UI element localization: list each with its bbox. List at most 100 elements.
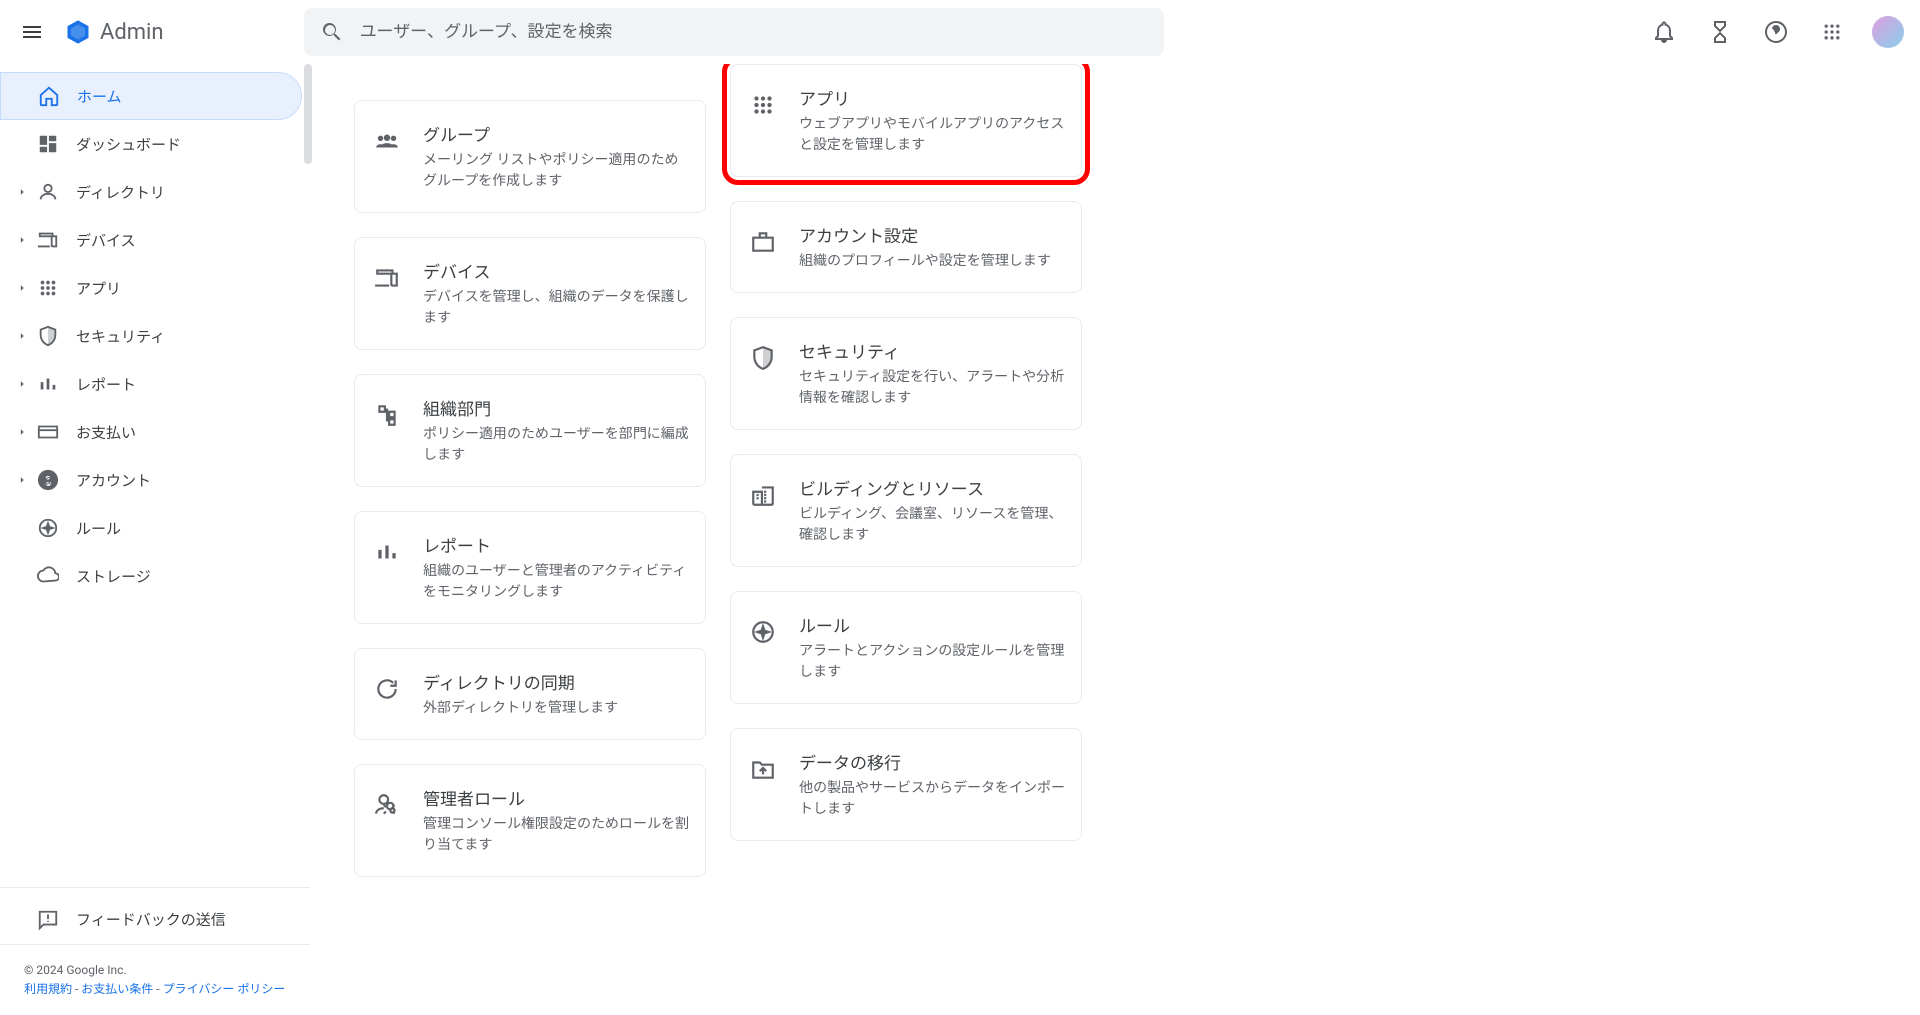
account-avatar[interactable] <box>1872 16 1904 48</box>
sidebar-item-payment[interactable]: お支払い <box>0 408 310 456</box>
sidebar-item-apps[interactable]: アプリ <box>0 264 310 312</box>
sidebar-item-label: ダッシュボード <box>76 134 181 155</box>
briefcase-icon <box>747 226 779 258</box>
card-title: セキュリティ <box>799 338 1065 363</box>
sidebar-item-label: ディレクトリ <box>76 182 165 203</box>
logo-text: Admin <box>100 20 164 45</box>
main-content: グループ メーリング リストやポリシー適用のためグループを作成します デバイス … <box>310 64 1920 1015</box>
admin-icon <box>371 789 403 821</box>
chevron-right-icon <box>12 473 32 487</box>
chevron-right-icon <box>12 185 32 199</box>
card-description: 組織のプロフィールや設定を管理します <box>799 251 1051 272</box>
card-org[interactable]: 組織部門 ポリシー適用のためユーザーを部門に編成します <box>354 374 706 487</box>
sidebar-item-label: ホーム <box>77 86 122 107</box>
card-apps[interactable]: アプリ ウェブアプリやモバイルアプリのアクセスと設定を管理します <box>730 64 1082 177</box>
chevron-right-icon <box>12 329 32 343</box>
footer-link[interactable]: お支払い条件 <box>81 982 153 996</box>
devices-icon <box>371 262 403 294</box>
search-box[interactable] <box>304 8 1164 56</box>
apps-grid-icon <box>1822 22 1842 42</box>
sidebar-item-label: お支払い <box>76 422 136 443</box>
account-icon <box>36 468 60 492</box>
person-icon <box>36 180 60 204</box>
card-title: デバイス <box>423 258 689 283</box>
chevron-right-icon <box>12 425 32 439</box>
card-description: 組織のユーザーと管理者のアクティビティをモニタリングします <box>423 561 689 603</box>
app-launcher-button[interactable] <box>1808 8 1856 56</box>
sidebar-footer: © 2024 Google Inc. 利用規約 - お支払い条件 - プライバシ… <box>0 944 310 1015</box>
sidebar-item-security[interactable]: セキュリティ <box>0 312 310 360</box>
card-description: セキュリティ設定を行い、アラートや分析情報を確認します <box>799 367 1065 409</box>
card-title: グループ <box>423 121 689 146</box>
header-actions <box>1640 8 1912 56</box>
chevron-right-icon <box>12 233 32 247</box>
devices-icon <box>36 228 60 252</box>
chevron-right-icon <box>12 377 32 391</box>
feedback-link[interactable]: フィードバックの送信 <box>0 896 310 944</box>
bell-icon <box>1652 20 1676 44</box>
apps-icon <box>747 89 779 121</box>
card-admin[interactable]: 管理者ロール 管理コンソール権限設定のためロールを割り当てます <box>354 764 706 877</box>
card-title: 組織部門 <box>423 395 689 420</box>
card-title: レポート <box>423 532 689 557</box>
notifications-button[interactable] <box>1640 8 1688 56</box>
sidebar-scrollbar[interactable] <box>304 64 312 164</box>
sidebar-item-label: セキュリティ <box>76 326 165 347</box>
sidebar-item-rules[interactable]: ルール <box>0 504 310 552</box>
sidebar-item-label: レポート <box>76 374 136 395</box>
search-icon <box>320 20 344 44</box>
card-description: ウェブアプリやモバイルアプリのアクセスと設定を管理します <box>799 114 1065 156</box>
card-title: データの移行 <box>799 749 1065 774</box>
payment-icon <box>36 420 60 444</box>
security-icon <box>36 324 60 348</box>
card-sync[interactable]: ディレクトリの同期 外部ディレクトリを管理します <box>354 648 706 740</box>
sidebar-item-label: アプリ <box>76 278 121 299</box>
sync-icon <box>371 673 403 705</box>
sidebar-item-devices[interactable]: デバイス <box>0 216 310 264</box>
footer-link[interactable]: プライバシー ポリシー <box>163 982 286 996</box>
home-icon <box>37 84 61 108</box>
help-button[interactable] <box>1752 8 1800 56</box>
main-menu-button[interactable] <box>8 8 56 56</box>
analytics-icon <box>36 372 60 396</box>
sidebar-item-label: ルール <box>76 518 121 539</box>
apps-icon <box>36 276 60 300</box>
card-description: メーリング リストやポリシー適用のためグループを作成します <box>423 150 689 192</box>
groups-icon <box>371 125 403 157</box>
sidebar-item-account[interactable]: アカウント <box>0 456 310 504</box>
hamburger-icon <box>20 20 44 44</box>
card-security[interactable]: セキュリティ セキュリティ設定を行い、アラートや分析情報を確認します <box>730 317 1082 430</box>
sidebar-item-dashboard[interactable]: ダッシュボード <box>0 120 310 168</box>
help-icon <box>1764 20 1788 44</box>
card-migrate[interactable]: データの移行 他の製品やサービスからデータをインポートします <box>730 728 1082 841</box>
card-description: アラートとアクションの設定ルールを管理します <box>799 641 1065 683</box>
feedback-icon <box>37 909 59 931</box>
search-input[interactable] <box>360 22 1148 42</box>
card-analytics[interactable]: レポート 組織のユーザーと管理者のアクティビティをモニタリングします <box>354 511 706 624</box>
rules-icon <box>36 516 60 540</box>
migrate-icon <box>747 753 779 785</box>
sidebar-item-storage[interactable]: ストレージ <box>0 552 310 600</box>
card-building[interactable]: ビルディングとリソース ビルディング、会議室、リソースを管理、確認します <box>730 454 1082 567</box>
tasks-button[interactable] <box>1696 8 1744 56</box>
logo[interactable]: Admin <box>64 18 164 46</box>
card-devices[interactable]: デバイス デバイスを管理し、組織のデータを保護します <box>354 237 706 350</box>
card-description: 管理コンソール権限設定のためロールを割り当てます <box>423 814 689 856</box>
header: Admin <box>0 0 1920 64</box>
card-briefcase[interactable]: アカウント設定 組織のプロフィールや設定を管理します <box>730 201 1082 293</box>
footer-link[interactable]: 利用規約 <box>24 982 72 996</box>
sidebar-item-analytics[interactable]: レポート <box>0 360 310 408</box>
feedback-label: フィードバックの送信 <box>76 909 226 930</box>
hourglass-icon <box>1708 20 1732 44</box>
sidebar-item-home[interactable]: ホーム <box>0 72 302 120</box>
rules-icon <box>747 616 779 648</box>
card-title: ビルディングとリソース <box>799 475 1065 500</box>
card-description: デバイスを管理し、組織のデータを保護します <box>423 287 689 329</box>
card-title: 管理者ロール <box>423 785 689 810</box>
sidebar-item-person[interactable]: ディレクトリ <box>0 168 310 216</box>
copyright-text: © 2024 Google Inc. <box>24 961 286 980</box>
card-rules[interactable]: ルール アラートとアクションの設定ルールを管理します <box>730 591 1082 704</box>
card-groups[interactable]: グループ メーリング リストやポリシー適用のためグループを作成します <box>354 100 706 213</box>
storage-icon <box>36 564 60 588</box>
card-description: 他の製品やサービスからデータをインポートします <box>799 778 1065 820</box>
